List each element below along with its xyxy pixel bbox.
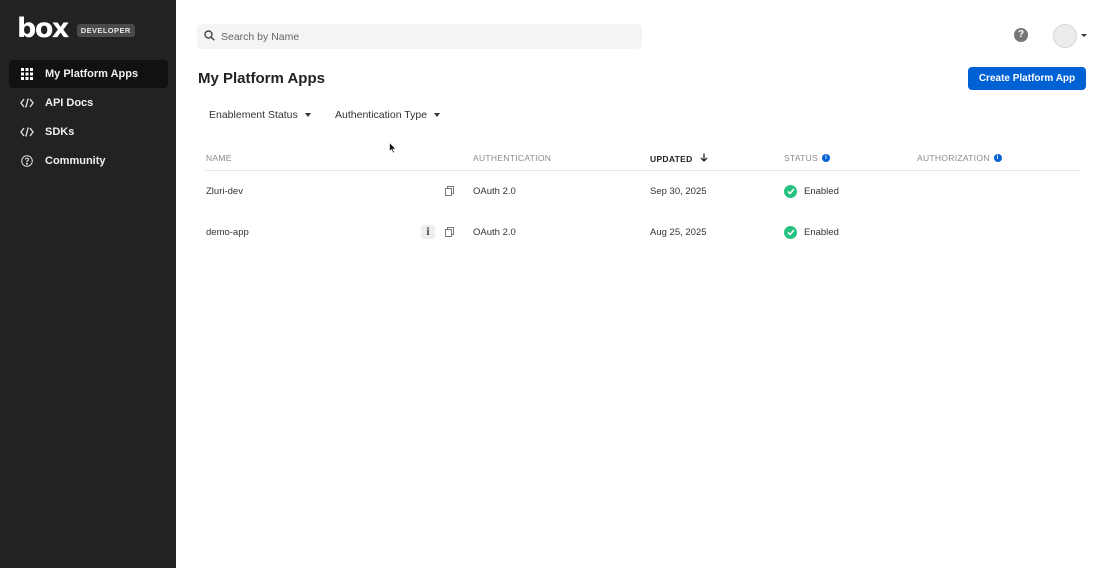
box-logo[interactable]: box (17, 15, 69, 42)
app-name[interactable]: Zluri-dev (206, 171, 243, 211)
developer-badge: DEVELOPER (76, 24, 135, 37)
sidebar-item-label: API Docs (45, 97, 94, 109)
sidebar-item-community[interactable]: Community (9, 147, 168, 175)
column-header-label: STATUS (784, 153, 819, 163)
app-name[interactable]: demo-app (206, 212, 249, 252)
brand[interactable]: box DEVELOPER (17, 15, 135, 42)
grid-icon (19, 66, 35, 82)
check-circle-icon (784, 225, 797, 239)
sidebar-item-my-platform-apps[interactable]: My Platform Apps (9, 60, 168, 88)
sidebar: box DEVELOPER My Platform Apps API Docs … (0, 0, 176, 568)
sidebar-nav: My Platform Apps API Docs SDKs Community (9, 60, 168, 176)
info-icon[interactable]: i (421, 225, 435, 239)
filter-label: Authentication Type (335, 109, 428, 121)
sidebar-item-label: My Platform Apps (45, 68, 139, 80)
info-icon[interactable]: i (822, 154, 831, 162)
info-icon[interactable]: i (993, 154, 1002, 162)
column-header-label: AUTHENTICATION (473, 153, 552, 163)
question-circle-icon (19, 153, 35, 169)
column-header-authorization[interactable]: AUTHORIZATION i (917, 153, 1002, 163)
authentication-value: OAuth 2.0 (473, 185, 516, 197)
status-cell: Enabled (784, 171, 839, 211)
authentication-value: OAuth 2.0 (473, 226, 516, 238)
avatar[interactable] (1053, 24, 1077, 48)
column-header-status[interactable]: STATUS i (784, 153, 831, 163)
caret-down-icon (304, 113, 311, 117)
copy-icon[interactable] (442, 184, 456, 198)
column-header-label: UPDATED (650, 153, 693, 164)
sidebar-item-label: SDKs (45, 126, 75, 138)
app: box DEVELOPER My Platform Apps API Docs … (0, 0, 1108, 568)
table-row[interactable]: demo-app i OAuth 2.0 Aug 25, 2025 Enable… (205, 212, 1081, 252)
filter-label: Enablement Status (209, 109, 298, 121)
updated-date: Aug 25, 2025 (650, 226, 707, 238)
copy-icon[interactable] (442, 225, 456, 239)
code-icon (19, 95, 35, 111)
column-header-label: NAME (206, 153, 232, 163)
sidebar-item-api-docs[interactable]: API Docs (9, 89, 168, 117)
mouse-cursor-icon (389, 141, 397, 159)
column-header-authentication[interactable]: AUTHENTICATION (473, 153, 551, 163)
column-header-label: AUTHORIZATION (917, 153, 990, 163)
updated-date: Sep 30, 2025 (650, 185, 707, 197)
status-cell: Enabled (784, 212, 839, 252)
column-header-updated[interactable]: UPDATED (650, 153, 708, 164)
help-icon[interactable]: ? (1014, 28, 1028, 42)
enablement-status-filter[interactable]: Enablement Status (209, 105, 311, 125)
status-label: Enabled (804, 185, 839, 197)
status-label: Enabled (804, 226, 839, 238)
chevron-down-icon[interactable] (1081, 34, 1087, 37)
table-row[interactable]: Zluri-dev OAuth 2.0 Sep 30, 2025 Enabled (205, 171, 1081, 211)
search-icon (204, 28, 215, 46)
code-icon (19, 124, 35, 140)
create-platform-app-button[interactable]: Create Platform App (968, 67, 1086, 90)
search-bar[interactable] (197, 24, 642, 49)
arrow-down-icon (700, 153, 708, 164)
column-header-name[interactable]: NAME (206, 153, 232, 163)
check-circle-icon (784, 184, 797, 198)
page-title: My Platform Apps (198, 70, 325, 87)
authentication-type-filter[interactable]: Authentication Type (335, 105, 441, 125)
sidebar-item-sdks[interactable]: SDKs (9, 118, 168, 146)
sidebar-item-label: Community (45, 155, 106, 167)
search-input[interactable] (221, 30, 621, 43)
caret-down-icon (434, 113, 441, 117)
